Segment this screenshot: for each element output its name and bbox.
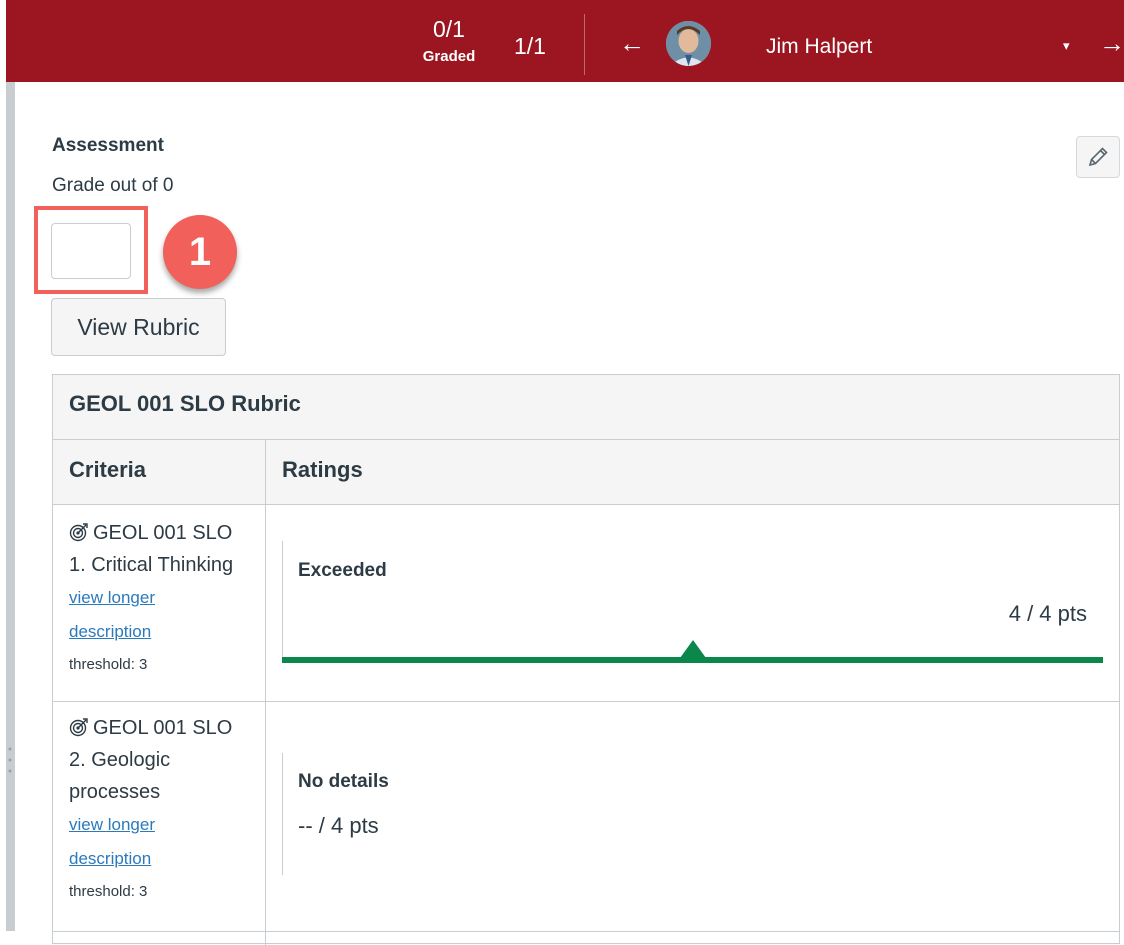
criteria-column-header: Criteria: [69, 457, 147, 482]
rubric-table: GEOL 001 SLO Rubric Criteria Ratings GEO…: [52, 374, 1120, 945]
rating-bar-left: [282, 541, 283, 659]
criterion-title: GEOL 001 SLO: [93, 717, 233, 739]
criterion-title-line: GEOL 001 SLO: [69, 517, 254, 549]
view-longer-description-link[interactable]: view longer: [69, 808, 254, 842]
column-divider: [265, 440, 266, 945]
mastery-marker-icon: [680, 640, 706, 658]
pencil-icon: [1088, 147, 1108, 167]
header-divider: [584, 14, 585, 75]
rating-name: No details: [298, 771, 389, 792]
row-divider: [53, 931, 1119, 932]
rating-name: Exceeded: [298, 560, 387, 581]
callout-number-badge: 1: [163, 215, 237, 289]
criterion-cell: GEOL 001 SLO 1. Critical Thinking view l…: [69, 517, 254, 681]
ratings-column-header: Ratings: [282, 457, 363, 482]
submission-position: 1/1: [514, 33, 546, 59]
criterion-title: GEOL 001 SLO: [93, 522, 233, 544]
criterion-title-cont: 2. Geologic: [69, 749, 171, 771]
rubric-column-headers: Criteria Ratings: [53, 440, 1119, 505]
criterion-title-line: GEOL 001 SLO: [69, 712, 254, 744]
outcome-target-icon: [69, 718, 88, 737]
graded-counter: 0/1 Graded: [404, 16, 494, 65]
next-student-arrow-icon[interactable]: →: [1099, 30, 1124, 56]
student-name[interactable]: Jim Halpert: [766, 35, 872, 59]
student-dropdown-icon[interactable]: ▾: [1063, 38, 1070, 54]
graded-count: 0/1: [433, 16, 465, 42]
resize-handle-icon[interactable]: [8, 745, 12, 775]
student-avatar: [666, 21, 711, 66]
view-longer-description-link[interactable]: view longer: [69, 581, 254, 615]
avatar-image: [666, 21, 711, 66]
grade-input[interactable]: [51, 223, 131, 279]
row-divider: [53, 701, 1119, 702]
threshold-text: threshold: 3: [69, 656, 148, 673]
outcome-target-icon: [69, 523, 88, 542]
grader-header: 0/1 Graded 1/1 ← Jim Halpert ▾ →: [6, 0, 1124, 82]
grade-out-of-label: Grade out of 0: [52, 175, 174, 196]
graded-label: Graded: [422, 48, 476, 65]
view-longer-description-link-cont[interactable]: description: [69, 615, 254, 649]
view-rubric-button[interactable]: View Rubric: [51, 298, 226, 356]
prev-student-arrow-icon[interactable]: ←: [619, 30, 645, 56]
rubric-header: GEOL 001 SLO Rubric: [53, 375, 1119, 440]
criterion-cell: GEOL 001 SLO 2. Geologic processes view …: [69, 712, 254, 908]
edit-button[interactable]: [1076, 136, 1120, 178]
view-longer-description-link-cont[interactable]: description: [69, 842, 254, 876]
criterion-title-cont: processes: [69, 781, 161, 803]
rating-points: 4 / 4 pts: [1008, 601, 1087, 626]
threshold-text: threshold: 3: [69, 883, 148, 900]
panel-resize-edge[interactable]: [6, 82, 15, 931]
rubric-title: GEOL 001 SLO Rubric: [69, 391, 301, 416]
rating-bar-left: [282, 753, 283, 875]
assessment-heading: Assessment: [52, 135, 164, 156]
rating-points: -- / 4 pts: [298, 813, 379, 838]
criterion-title-cont: 1. Critical Thinking: [69, 554, 234, 576]
